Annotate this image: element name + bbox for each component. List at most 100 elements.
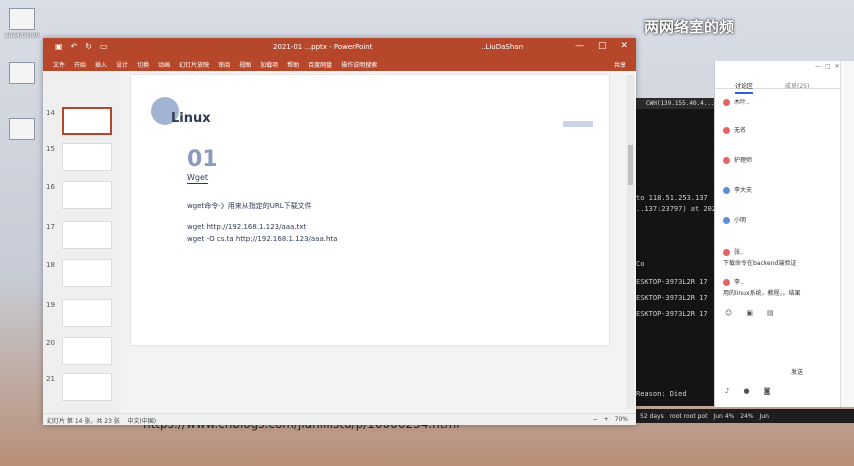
ribbon: 文件 开始 插入 设计 切换 动画 幻灯片放映 审阅 视图 加载项 帮助 百度网… [43,56,636,71]
tab-animations[interactable]: 动画 [158,60,170,69]
slide-section-number: 01 [187,147,218,172]
redo-icon[interactable]: ↻ [85,42,92,51]
slide-subtitle: Wget [187,173,209,184]
thumbnail-15[interactable]: 15 [43,143,121,173]
thumbnail-14[interactable]: 14 [43,107,121,137]
tab-transitions[interactable]: 切换 [137,60,149,69]
editor-area: 14 15 16 17 18 19 20 21 Linux 01 Wget wg… [43,71,636,431]
right-sidebar [840,61,854,407]
zoom-in-icon[interactable]: + [604,416,609,423]
avatar [723,127,730,134]
thumbnail-16[interactable]: 16 [43,181,121,211]
statusbar: 幻灯片 第 14 张，共 23 张 中文(中国) − + 70% [43,413,636,425]
tab-baidu[interactable]: 百度网盘 [308,60,332,69]
chat-message-text: 用的linux系统，教程。。结果 [723,290,801,297]
file-icon [9,8,35,30]
thumbnail-20[interactable]: 20 [43,337,121,367]
taskbar-item: root root pot [669,412,708,420]
camera-icon[interactable]: ◙ [764,387,771,395]
maximize-button[interactable]: □ [598,41,607,51]
chat-message: 小明 [723,215,746,224]
image-icon[interactable]: ▣ [746,309,753,317]
terminal-line: ESKTOP-3973L2R 17 [636,278,708,286]
chat-message: 木叶.. [723,97,750,106]
chat-tabs: 讨论区 成员(25) [715,61,840,94]
desktop-icon-2[interactable] [4,62,40,84]
chat-message-text: 下载命令在backend端验证 [723,260,797,267]
avatar [723,157,730,164]
slide-logo [563,121,593,127]
chat-message: 无名 [723,125,746,134]
slide-canvas[interactable]: Linux 01 Wget wget命令-》用来从指定的URL下载文件 wget… [131,75,609,345]
slide-text-line: wget命令-》用来从指定的URL下载文件 [187,202,312,210]
avatar [723,249,730,256]
mic-icon[interactable]: ♪ [725,387,729,395]
thumbnail-19[interactable]: 19 [43,299,121,329]
emoji-icon[interactable]: ☺ [725,309,732,317]
user-name[interactable]: ..LiuDaShan [481,43,523,51]
slide-text-line: wget -O cs.ta http://192.168.1.123/aaa.h… [187,235,338,243]
taskbar-item: Jun [759,412,769,420]
chat-message: 张.. [723,247,744,256]
avatar [723,217,730,224]
chat-message: 护理师 [723,155,752,164]
terminal-line: Co [636,260,645,268]
tab-home[interactable]: 开始 [74,60,86,69]
tab-slideshow[interactable]: 幻灯片放映 [179,60,209,69]
terminal-title: CWH(139.155.40.4...) [630,98,720,109]
terminal-line: to 118.51.253.137 [636,194,708,202]
tab-members[interactable]: 成员(25) [785,81,809,90]
language-indicator: 中文(中国) [127,418,157,425]
avatar [723,99,730,106]
tab-addins[interactable]: 加载项 [260,60,278,69]
document-title: 2021-01 ...pptx - PowerPoint [273,43,373,51]
zoom-out-icon[interactable]: − [593,416,598,423]
vertical-scrollbar[interactable] [627,75,634,409]
chat-message: 李大夫 [723,185,752,194]
search-tell-me[interactable]: 操作说明搜索 [341,60,377,69]
desktop-icon-1[interactable]: 2024/01/09 [4,8,40,39]
terminal-window[interactable]: CWH(139.155.40.4...) to 118.51.253.137 .… [630,98,720,406]
taskbar-item: 52 days [640,412,664,420]
chat-message: 李.. [723,277,744,286]
terminal-statusbar: 52 days root root pot Jun 4% 24% Jun [636,409,854,423]
slide-text-line: wget http://192.168.1.123/aaa.txt [187,223,307,231]
tab-review[interactable]: 审阅 [218,60,230,69]
taskbar-item: 24% [740,412,754,420]
slide-counter: 幻灯片 第 14 张，共 23 张 [47,418,120,425]
thumbnail-18[interactable]: 18 [43,259,121,289]
present-icon[interactable]: ▭ [100,42,108,51]
avatar [723,187,730,194]
titlebar: ▣ ↶ ↻ ▭ 2021-01 ...pptx - PowerPoint ..L… [43,38,636,56]
thumbnail-21[interactable]: 21 [43,373,121,403]
record-icon[interactable]: ● [743,387,749,395]
terminal-line: ESKTOP-3973L2R 17 [636,310,708,318]
chat-panel: — □ ✕ 讨论区 成员(25) 木叶.. 无名 护理师 李大夫 小明 张.. … [714,61,840,407]
save-icon[interactable]: ▣ [55,42,63,51]
desktop-icon-3[interactable] [4,118,40,140]
close-button[interactable]: ✕ [620,41,628,51]
watermark-text: 两网络室的频 [644,18,735,36]
terminal-line: ..137:23797) at 202 [636,205,717,213]
file-icon [9,62,35,84]
thumbnail-17[interactable]: 17 [43,221,121,251]
file-icon [9,118,35,140]
tab-discussion[interactable]: 讨论区 [735,81,754,94]
tab-design[interactable]: 设计 [116,60,128,69]
undo-icon[interactable]: ↶ [71,42,78,51]
taskbar-item: Jun 4% [713,412,735,420]
send-button[interactable]: 发送 [791,367,803,376]
file-icon[interactable]: ▤ [767,309,774,317]
slide-title: Linux [171,111,211,126]
slide-thumbnails: 14 15 16 17 18 19 20 21 [43,71,121,413]
share-button[interactable]: 共享 [614,60,626,69]
tab-help[interactable]: 帮助 [287,60,299,69]
zoom-level[interactable]: 70% [615,416,628,423]
terminal-line: ESKTOP-3973L2R 17 [636,294,708,302]
tab-insert[interactable]: 插入 [95,60,107,69]
powerpoint-window: ▣ ↶ ↻ ▭ 2021-01 ...pptx - PowerPoint ..L… [43,38,636,431]
tab-file[interactable]: 文件 [53,60,65,69]
minimize-button[interactable]: — [575,41,584,51]
tab-view[interactable]: 视图 [239,60,251,69]
avatar [723,279,730,286]
